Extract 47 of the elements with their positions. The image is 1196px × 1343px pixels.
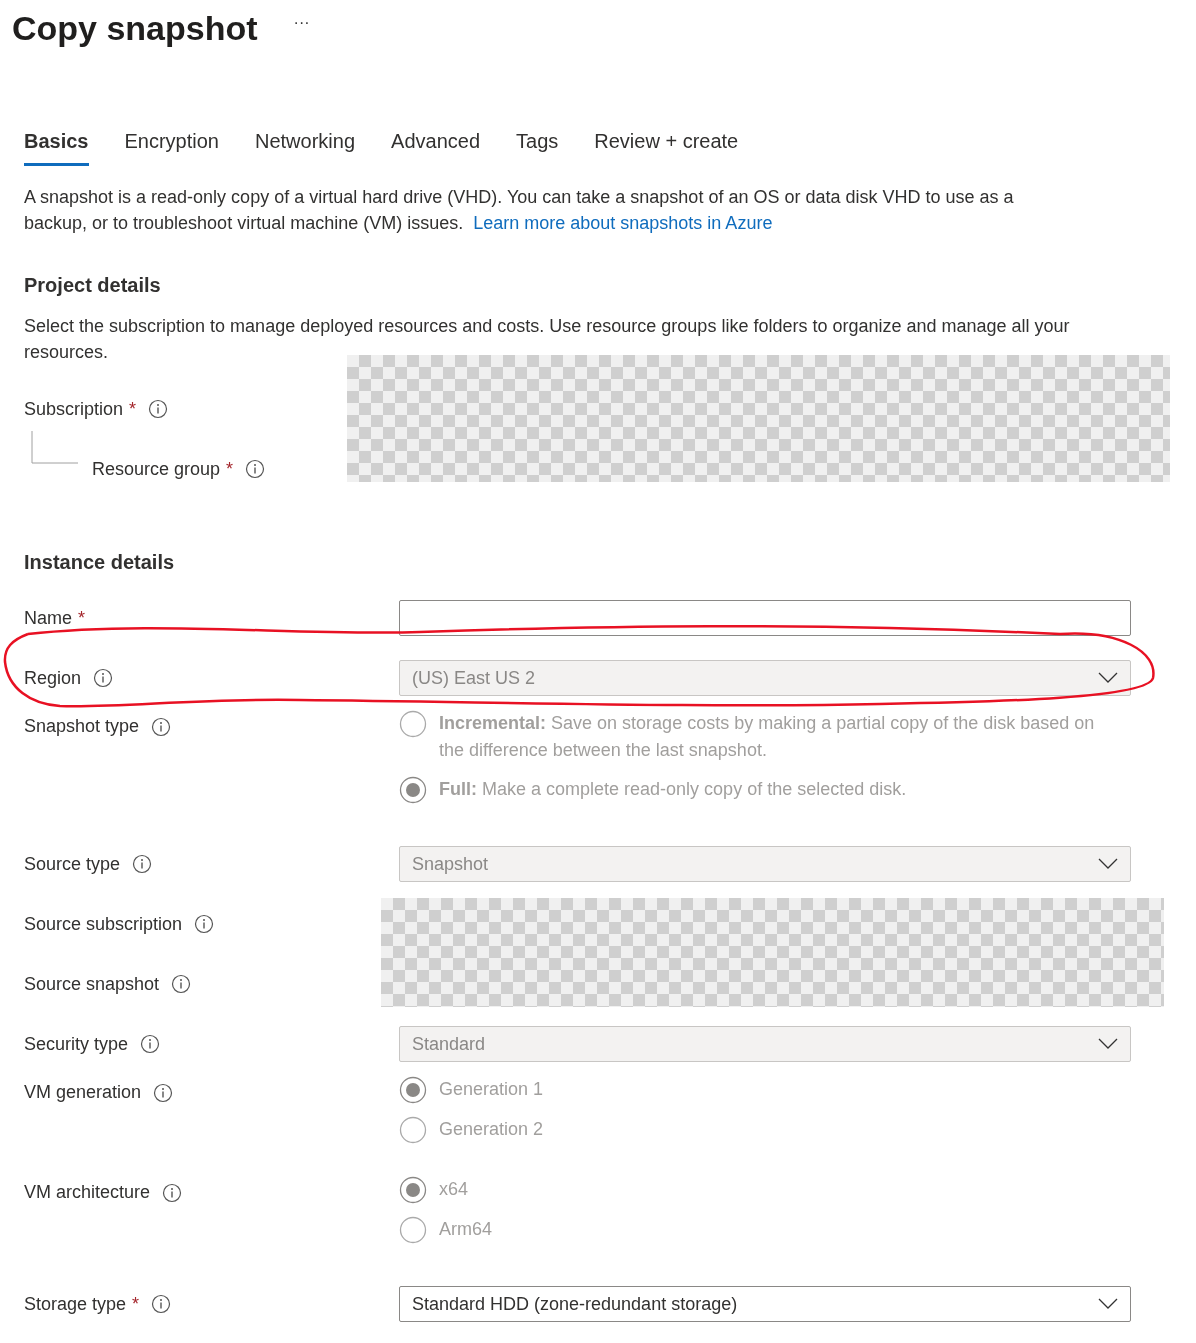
field-label: Security type [24,1033,129,1055]
dropdown[interactable]: Standard HDD (zone-redundant storage) [399,1286,1131,1322]
chevron-down-icon [1098,1298,1118,1310]
tab[interactable]: Networking [255,124,356,166]
field-label: Region [24,667,82,689]
name-input[interactable] [399,600,1131,636]
section-heading: Project details [24,274,162,297]
section-description: Select the subscription to manage deployed resources and costs. Use resource groups like folders to organize and manage all your resources. [24,315,1071,364]
tab[interactable]: Basics [24,124,89,166]
tree-connector [28,431,78,465]
chevron-down-icon [1098,858,1118,870]
tab[interactable]: Advanced [391,124,480,166]
section-heading: Instance details [24,551,176,574]
field-label: Source snapshot [24,973,160,995]
tab[interactable]: Review + create [594,124,739,166]
info-icon[interactable] [148,399,169,419]
field-label: VM generation [24,1082,142,1103]
more-button[interactable]: ··· [289,14,314,32]
field-label: Resource group [92,458,221,480]
intro-text: A snapshot is a read-only copy of a virtual hard drive (VHD). You can take a snapshot of an OS or data disk VHD to use as a backup, or to troubleshoot virtual machine (VM) issues. Learn more about snapshots in Azure [24,186,1015,235]
field-label: Storage type [24,1293,127,1315]
tab[interactable]: Tags [516,124,559,166]
chevron-down-icon [1098,1038,1118,1050]
tab[interactable]: Encryption [124,124,219,166]
radio-label: Generation 2 [439,1118,544,1141]
radio-label: x64 [439,1178,469,1201]
info-icon[interactable] [245,459,266,479]
page-title: Copy snapshot [12,8,258,48]
radio-label: Generation 1 [439,1078,544,1101]
field-label: VM architecture [24,1182,151,1203]
chevron-down-icon [1098,672,1118,684]
required-mark: * [132,1293,140,1315]
info-icon[interactable] [194,914,215,934]
info-icon[interactable] [171,974,192,994]
field-label: Source type [24,853,121,875]
field-label: Subscription [24,398,124,420]
required-mark: * [226,458,234,480]
required-mark: * [129,398,137,420]
field-label: Name [24,607,72,629]
field-label: Source subscription [24,913,183,935]
learn-more-link[interactable]: Learn more about snapshots in Azure [473,213,773,233]
required-mark: * [78,607,86,629]
info-icon[interactable] [151,1294,172,1314]
field-label: Snapshot type [24,716,140,737]
radio-label: Incremental: Save on storage costs by making a partial copy of the disk based on the difference between the last snapshot. [439,712,1096,762]
radio-label: Arm64 [439,1218,492,1241]
radio-label: Full: Make a complete read-only copy of the selected disk. [439,778,907,801]
